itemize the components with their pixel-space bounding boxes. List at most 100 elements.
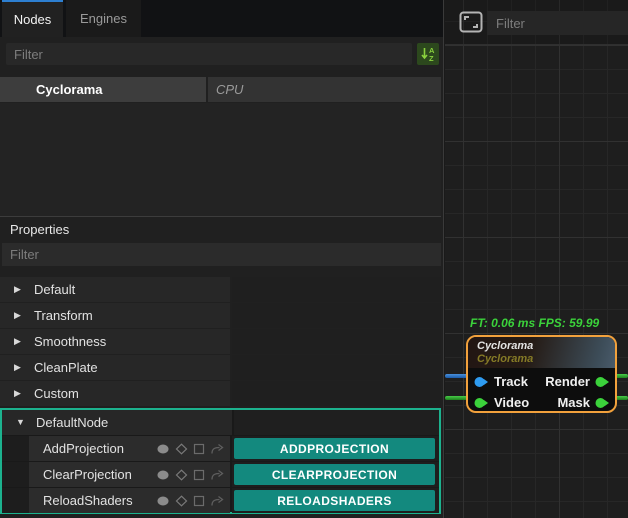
properties-filter-input[interactable]: [2, 243, 441, 266]
svg-text:Z: Z: [429, 54, 434, 62]
reloadshaders-button[interactable]: RELOADSHADERS: [234, 490, 435, 511]
group-row-value-area: [232, 303, 441, 328]
node-name-cell: Cyclorama: [36, 82, 102, 97]
redirect-arrow-icon[interactable]: [210, 443, 224, 455]
property-value-cell: RELOADSHADERS: [232, 488, 439, 513]
node-title: Cyclorama: [477, 340, 615, 353]
node-list-row-engine[interactable]: CPU: [208, 77, 441, 102]
property-row-reloadshaders: ReloadShaders RELOADSHADERS: [2, 488, 439, 513]
properties-tree: ▶ Default ▶ Transform ▶ Smoothness ▶: [0, 277, 441, 407]
property-label: AddProjection: [43, 441, 156, 456]
group-row-left: ▶ Transform: [0, 303, 230, 328]
ellipse-toggle-icon[interactable]: [156, 443, 170, 455]
port-label: Track: [494, 374, 528, 389]
collapsed-triangle-icon[interactable]: ▶: [14, 285, 26, 294]
port-pin-icon: [595, 397, 610, 409]
group-row-value-area: [232, 329, 441, 354]
group-label: Default: [34, 282, 75, 297]
indent-strip: [2, 488, 29, 513]
wire-track-input[interactable]: [445, 374, 468, 378]
group-row-cleanplate[interactable]: ▶ CleanPlate: [0, 355, 441, 380]
group-label: Transform: [34, 308, 93, 323]
property-label-cell: ReloadShaders: [29, 488, 230, 513]
output-port-render[interactable]: Render: [545, 374, 610, 389]
group-label: DefaultNode: [36, 415, 108, 430]
tab-bar: Nodes Engines: [0, 0, 443, 37]
diamond-toggle-icon[interactable]: [175, 469, 188, 481]
port-pin-icon: [474, 376, 489, 388]
ellipse-toggle-icon[interactable]: [156, 469, 170, 481]
defaultnode-highlighted-group: ▼ DefaultNode AddProjection ADDPROJE: [0, 408, 441, 514]
wire-video-input[interactable]: [445, 396, 468, 400]
diamond-toggle-icon[interactable]: [175, 495, 188, 507]
node-graph-canvas[interactable]: FT: 0.06 ms FPS: 59.99 Cyclorama Cyclora…: [445, 0, 628, 518]
port-pin-icon: [474, 397, 489, 409]
indent-strip: [2, 436, 29, 461]
group-row-value-area: [234, 410, 439, 435]
group-row-left: ▶ Default: [0, 277, 230, 302]
group-row-custom[interactable]: ▶ Custom: [0, 381, 441, 406]
property-state-icons: [156, 495, 224, 507]
collapsed-triangle-icon[interactable]: ▶: [14, 337, 26, 346]
tab-nodes[interactable]: Nodes: [2, 0, 63, 37]
performance-stats: FT: 0.06 ms FPS: 59.99: [470, 316, 599, 330]
cyclorama-node[interactable]: Cyclorama Cyclorama Track Render: [466, 335, 617, 413]
nodes-filter-input[interactable]: [6, 43, 412, 65]
clearprojection-button[interactable]: CLEARPROJECTION: [234, 464, 435, 485]
port-pin-icon: [595, 376, 610, 388]
property-row-addprojection: AddProjection ADDPROJECTION: [2, 436, 439, 461]
fit-view-button[interactable]: [459, 11, 483, 33]
addprojection-button[interactable]: ADDPROJECTION: [234, 438, 435, 459]
group-row-value-area: [232, 277, 441, 302]
sort-az-descending-icon: A Z: [420, 46, 436, 62]
input-port-track[interactable]: Track: [474, 374, 528, 389]
node-list-row-name[interactable]: Cyclorama: [0, 77, 206, 102]
ellipse-toggle-icon[interactable]: [156, 495, 170, 507]
group-row-defaultnode[interactable]: ▼ DefaultNode: [2, 410, 439, 435]
property-state-icons: [156, 443, 224, 455]
port-row: Video Mask: [474, 392, 610, 413]
app-window: Nodes Engines A Z Cyclorama CPU Properti…: [0, 0, 628, 518]
node-list-empty-area: [0, 103, 441, 217]
tab-engines[interactable]: Engines: [66, 0, 141, 37]
expanded-triangle-icon[interactable]: ▼: [16, 418, 28, 427]
group-row-default[interactable]: ▶ Default: [0, 277, 441, 302]
group-row-smoothness[interactable]: ▶ Smoothness: [0, 329, 441, 354]
port-label: Video: [494, 395, 529, 410]
group-row-left: ▼ DefaultNode: [2, 410, 232, 435]
property-state-icons: [156, 469, 224, 481]
property-value-cell: CLEARPROJECTION: [232, 462, 439, 487]
group-label: Smoothness: [34, 334, 106, 349]
square-toggle-icon[interactable]: [193, 443, 205, 455]
group-label: Custom: [34, 386, 79, 401]
collapsed-triangle-icon[interactable]: ▶: [14, 311, 26, 320]
redirect-arrow-icon[interactable]: [210, 469, 224, 481]
tab-engines-label: Engines: [80, 11, 127, 26]
group-row-left: ▶ Custom: [0, 381, 230, 406]
sort-button[interactable]: A Z: [417, 43, 439, 65]
square-toggle-icon[interactable]: [193, 469, 205, 481]
property-value-cell: ADDPROJECTION: [232, 436, 439, 461]
redirect-arrow-icon[interactable]: [210, 495, 224, 507]
collapsed-triangle-icon[interactable]: ▶: [14, 389, 26, 398]
properties-title: Properties: [10, 222, 69, 237]
square-toggle-icon[interactable]: [193, 495, 205, 507]
diamond-toggle-icon[interactable]: [175, 443, 188, 455]
group-label: CleanPlate: [34, 360, 98, 375]
group-row-transform[interactable]: ▶ Transform: [0, 303, 441, 328]
indent-strip: [2, 462, 29, 487]
node-ports: Track Render Video Mask: [468, 368, 615, 413]
port-label: Mask: [557, 395, 590, 410]
output-port-mask[interactable]: Mask: [557, 395, 610, 410]
node-header[interactable]: Cyclorama Cyclorama: [468, 337, 615, 368]
graph-filter-input[interactable]: [487, 11, 628, 35]
collapsed-triangle-icon[interactable]: ▶: [14, 363, 26, 372]
input-port-video[interactable]: Video: [474, 395, 529, 410]
property-label-cell: AddProjection: [29, 436, 230, 461]
left-panel: Nodes Engines A Z Cyclorama CPU Properti…: [0, 0, 444, 518]
group-row-value-area: [232, 381, 441, 406]
group-row-left: ▶ CleanPlate: [0, 355, 230, 380]
fit-view-icon: [459, 11, 483, 33]
property-row-clearprojection: ClearProjection CLEARPROJECTION: [2, 462, 439, 487]
node-subtitle: Cyclorama: [477, 353, 615, 365]
